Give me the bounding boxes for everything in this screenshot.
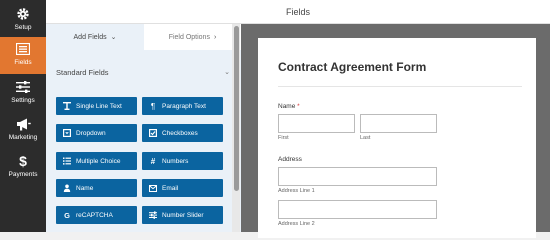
- add-multiple-choice-button[interactable]: Multiple Choice: [56, 152, 137, 170]
- button-label: Checkboxes: [162, 129, 198, 137]
- google-icon: G: [64, 210, 70, 220]
- sidebar-item-label: Marketing: [8, 134, 38, 141]
- sidebar-item-label: Setup: [14, 24, 32, 31]
- tab-label: Add Fields: [73, 33, 107, 41]
- last-sublabel: Last: [360, 135, 371, 141]
- slider-icon: [149, 211, 157, 219]
- add-paragraph-text-button[interactable]: ¶ Paragraph Text: [142, 97, 223, 115]
- add-recaptcha-button[interactable]: G reCAPTCHA: [56, 206, 137, 224]
- sidebar-item-label: Payments: [8, 171, 38, 178]
- page-title: Fields: [285, 7, 310, 17]
- chevron-right-icon: ›: [213, 33, 217, 41]
- dropdown-icon: [63, 129, 71, 137]
- form-preview-area: Contract Agreement Form Name * First Las…: [241, 24, 550, 238]
- address-line2-input[interactable]: [278, 200, 437, 219]
- add-email-button[interactable]: Email: [142, 179, 223, 197]
- button-label: Multiple Choice: [76, 157, 121, 165]
- first-name-input[interactable]: [278, 114, 355, 133]
- scrollbar-thumb[interactable]: [234, 26, 239, 191]
- add-number-slider-button[interactable]: Number Slider: [142, 206, 223, 224]
- user-icon: [63, 184, 71, 192]
- list-icon: [0, 42, 46, 56]
- panel-scrollbar[interactable]: [232, 24, 240, 232]
- envelope-icon: [149, 184, 157, 192]
- tab-field-options[interactable]: Field Options ›: [144, 24, 241, 50]
- form-preview: Contract Agreement Form Name * First Las…: [258, 38, 536, 238]
- button-label: Numbers: [162, 157, 189, 165]
- left-sidebar: Setup Fields Settings Marketing $ Paymen…: [0, 0, 46, 232]
- address-line1-sublabel: Address Line 1: [278, 188, 315, 194]
- name-label: Name: [278, 103, 296, 110]
- sidebar-item-fields[interactable]: Fields: [0, 37, 46, 74]
- last-name-input[interactable]: [360, 114, 437, 133]
- paragraph-icon: ¶: [150, 101, 156, 111]
- top-bar: Fields: [46, 0, 550, 24]
- text-icon: [63, 102, 71, 110]
- add-dropdown-button[interactable]: Dropdown: [56, 124, 137, 142]
- add-single-line-text-button[interactable]: Single Line Text: [56, 97, 137, 115]
- sidebar-item-settings[interactable]: Settings: [0, 75, 46, 112]
- list-icon: [63, 157, 71, 165]
- button-label: Single Line Text: [76, 102, 122, 110]
- gear-icon: [0, 7, 46, 21]
- form-title[interactable]: Contract Agreement Form: [278, 60, 426, 74]
- address-line1-input[interactable]: [278, 167, 437, 186]
- button-label: Paragraph Text: [162, 102, 206, 110]
- megaphone-icon: [0, 117, 46, 131]
- sidebar-item-marketing[interactable]: Marketing: [0, 112, 46, 149]
- sliders-icon: [0, 80, 46, 94]
- tab-add-fields[interactable]: Add Fields ⌄: [46, 24, 144, 50]
- hash-icon: #: [150, 156, 156, 166]
- address-line2-sublabel: Address Line 2: [278, 221, 315, 227]
- sidebar-item-label: Settings: [11, 97, 35, 104]
- dollar-icon: $: [19, 153, 27, 169]
- first-sublabel: First: [278, 135, 289, 141]
- fields-panel: Add Fields ⌄ Field Options › Standard Fi…: [46, 24, 241, 232]
- add-checkboxes-button[interactable]: Checkboxes: [142, 124, 223, 142]
- name-field-label: Name *: [278, 103, 300, 110]
- sidebar-item-label: Fields: [14, 59, 32, 66]
- button-label: Name: [76, 184, 94, 192]
- button-label: Dropdown: [76, 129, 106, 137]
- button-label: Number Slider: [162, 211, 204, 219]
- section-title: Standard Fields: [56, 68, 109, 77]
- tab-label: Field Options: [168, 33, 210, 41]
- divider: [278, 86, 522, 87]
- sidebar-item-payments[interactable]: $ Payments: [0, 149, 46, 186]
- chevron-down-icon: ⌄: [110, 34, 117, 41]
- add-name-button[interactable]: Name: [56, 179, 137, 197]
- button-label: reCAPTCHA: [76, 211, 113, 219]
- add-numbers-button[interactable]: # Numbers: [142, 152, 223, 170]
- required-mark: *: [297, 103, 300, 110]
- button-label: Email: [162, 184, 179, 192]
- checkbox-icon: [149, 129, 157, 137]
- address-label: Address: [278, 156, 302, 163]
- chevron-down-icon: ⌄: [224, 69, 230, 76]
- section-header-standard-fields[interactable]: Standard Fields ⌄: [56, 68, 230, 77]
- panel-tabs: Add Fields ⌄ Field Options ›: [46, 24, 241, 50]
- sidebar-item-setup[interactable]: Setup: [0, 2, 46, 39]
